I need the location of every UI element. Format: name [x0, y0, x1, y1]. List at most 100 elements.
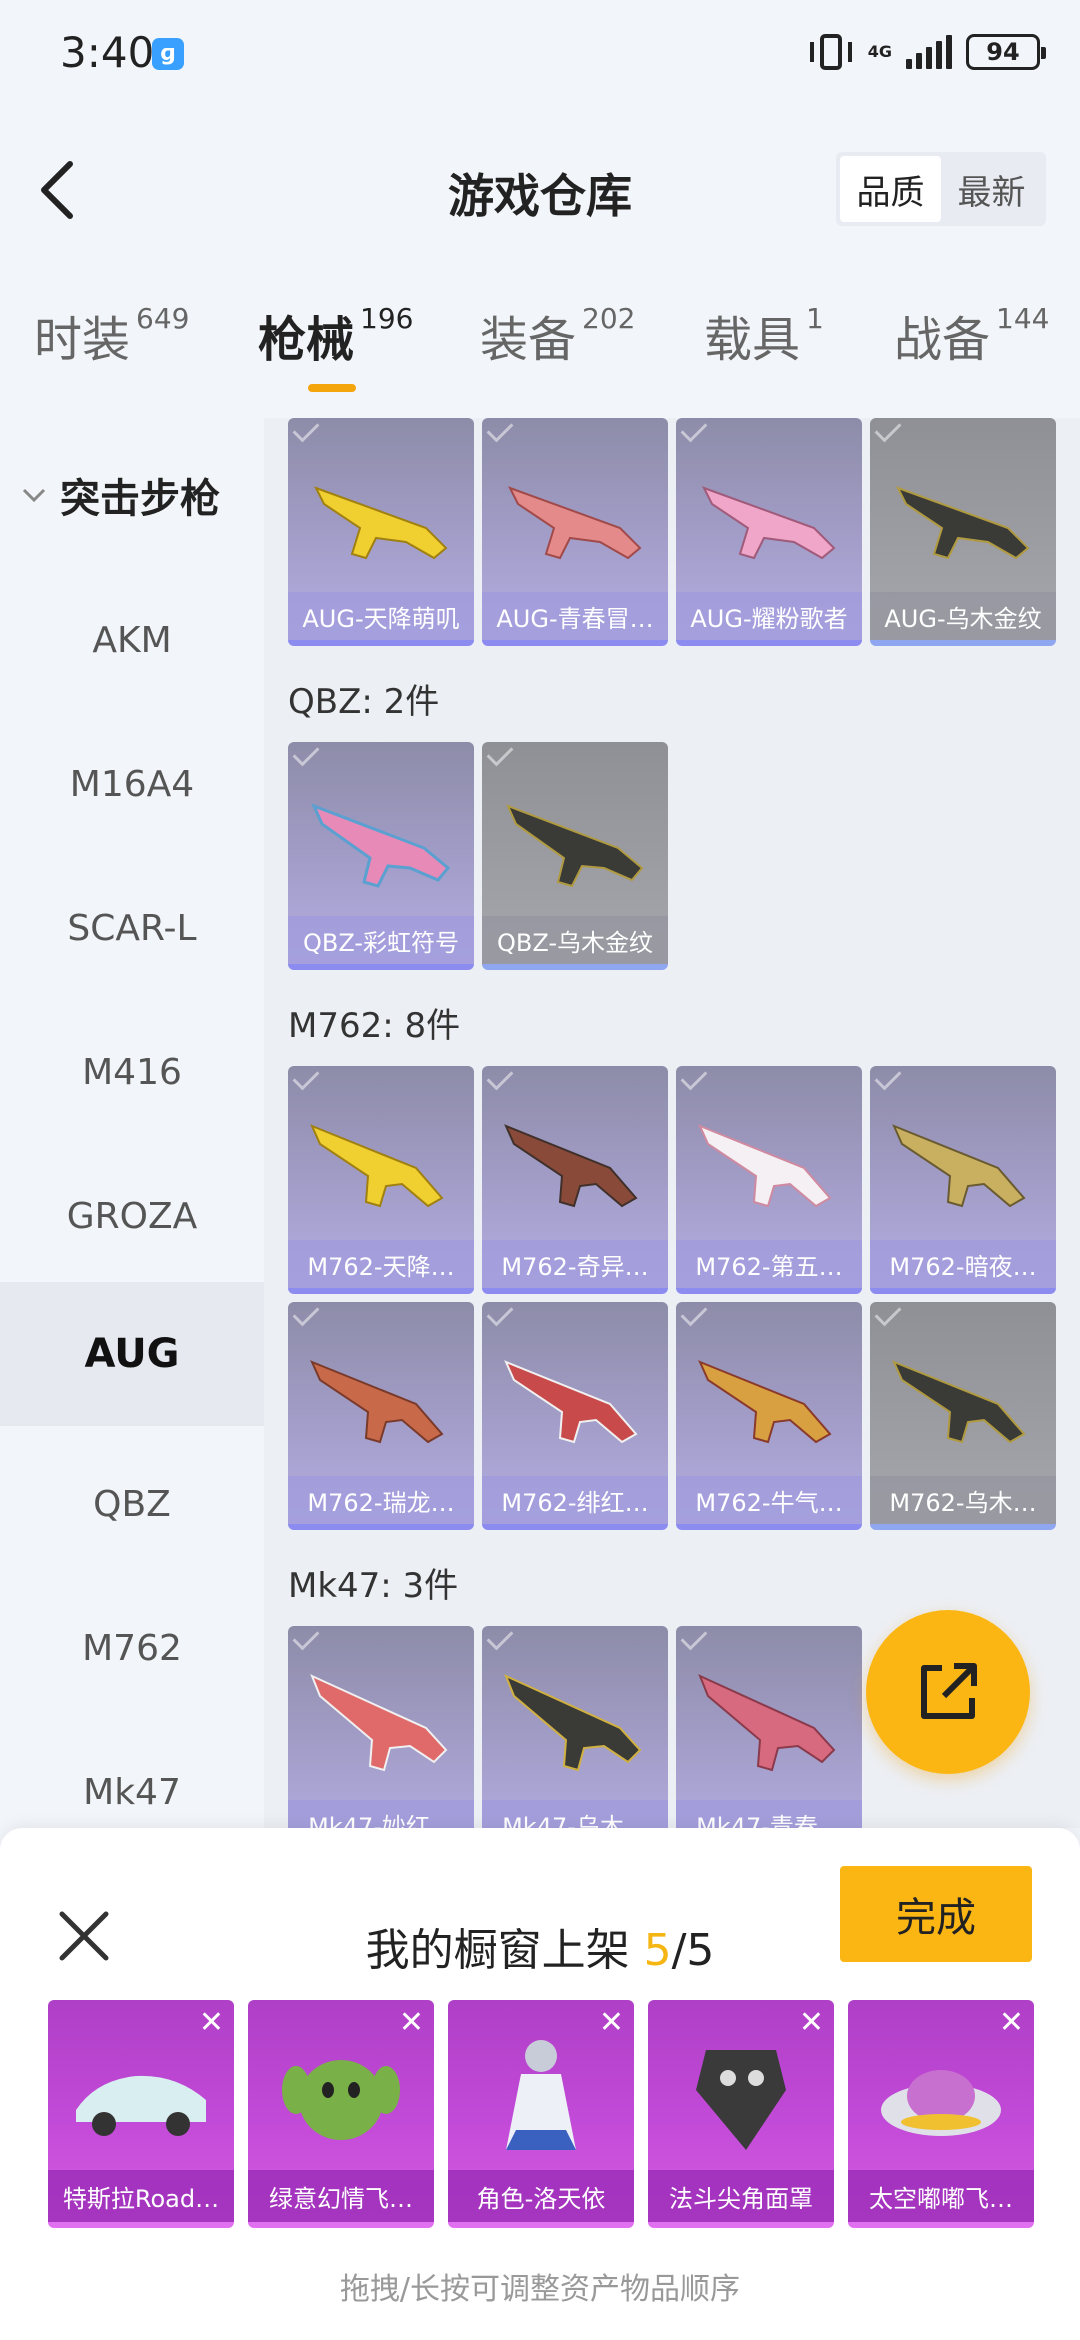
ufo-icon: [881, 2070, 1001, 2136]
skin-card[interactable]: AUG-乌木金纹: [870, 418, 1056, 646]
skin-card[interactable]: QBZ-彩虹符号: [288, 742, 474, 970]
tab-vehicles[interactable]: 载具 1: [704, 300, 824, 370]
tab-fashion[interactable]: 时装 649: [34, 300, 189, 370]
tab-equipment[interactable]: 装备 202: [480, 300, 635, 370]
skin-card[interactable]: M762-第五…: [676, 1066, 862, 1294]
showcase-slot[interactable]: ✕ 法斗尖角面罩: [648, 2000, 834, 2228]
skin-card[interactable]: M762-绯红…: [482, 1302, 668, 1530]
check-icon: [874, 1066, 902, 1091]
skin-label: Mk47-乌木…: [482, 1800, 668, 1828]
car-icon: [76, 2075, 206, 2136]
skin-card[interactable]: AUG-青春冒…: [482, 418, 668, 646]
showcase-slot[interactable]: ✕ 太空嘟嘟飞…: [848, 2000, 1034, 2228]
rifle-icon: [311, 803, 451, 888]
skin-card[interactable]: Mk47-青春…: [676, 1626, 862, 1828]
skin-card[interactable]: AUG-耀粉歌者: [676, 418, 862, 646]
vibrate-icon: [808, 32, 854, 72]
skin-label: M762-牛气…: [676, 1476, 862, 1524]
check-icon: [874, 1302, 902, 1327]
sort-newest-button[interactable]: 最新: [941, 156, 1042, 222]
battery-icon: 94: [966, 34, 1046, 70]
skin-label: M762-奇异…: [482, 1240, 668, 1288]
skin-label: Mk47-妙红…: [288, 1800, 474, 1828]
mask-icon: [696, 2050, 786, 2150]
rifle-icon: [698, 1674, 836, 1772]
check-icon: [680, 1302, 708, 1327]
skin-card[interactable]: AUG-天降萌叽: [288, 418, 474, 646]
showcase-slot[interactable]: ✕ 角色-洛天依: [448, 2000, 634, 2228]
sort-toggle[interactable]: 品质 最新: [836, 152, 1046, 226]
skin-card[interactable]: M762-牛气…: [676, 1302, 862, 1530]
category-tabs: 时装 649 枪械 196 装备 202 载具 1 战备 144: [0, 300, 1080, 400]
rifle-icon: [698, 1360, 832, 1444]
showcase-total-count: /5: [671, 1925, 715, 1976]
skin-card[interactable]: Mk47-乌木…: [482, 1626, 668, 1828]
check-icon: [680, 1626, 708, 1651]
sidebar-item-groza[interactable]: GROZA: [0, 1144, 264, 1288]
sidebar-item-mk47[interactable]: Mk47: [0, 1720, 264, 1828]
rifle-icon: [895, 486, 1030, 560]
tab-label: 枪械: [258, 312, 355, 368]
rifle-icon: [506, 804, 644, 888]
status-time: 3:40: [60, 28, 155, 77]
character-icon: [506, 2040, 576, 2150]
tab-count: 202: [582, 302, 636, 335]
rifle-icon: [310, 1674, 448, 1772]
sidebar-item-scar-l[interactable]: SCAR-L: [0, 856, 264, 1000]
showcase-slot[interactable]: ✕ 特斯拉Road…: [48, 2000, 234, 2228]
active-tab-indicator: [308, 384, 356, 392]
tab-count: 144: [996, 302, 1050, 335]
skin-card[interactable]: M762-天降…: [288, 1066, 474, 1294]
sidebar-item-qbz[interactable]: QBZ: [0, 1432, 264, 1576]
skin-label: M762-天降…: [288, 1240, 474, 1288]
showcase-title-text: 我的橱窗上架: [365, 1925, 644, 1976]
showcase-slot[interactable]: ✕ 绿意幻情飞…: [248, 2000, 434, 2228]
skin-card[interactable]: M762-暗夜…: [870, 1066, 1056, 1294]
slot-label: 特斯拉Road…: [48, 2170, 234, 2222]
sidebar-item-m416[interactable]: M416: [0, 1000, 264, 1144]
network-type: 4G: [867, 42, 892, 61]
check-icon: [292, 1626, 320, 1651]
check-icon: [680, 418, 708, 443]
check-icon: [292, 418, 320, 443]
check-icon: [486, 1626, 514, 1651]
check-icon: [486, 1066, 514, 1091]
rifle-icon: [892, 1360, 1026, 1444]
skin-card[interactable]: M762-瑞龙…: [288, 1302, 474, 1530]
sidebar-item-aug[interactable]: AUG: [0, 1282, 264, 1426]
sidebar-category[interactable]: 突击步枪: [20, 466, 220, 524]
tab-count: 649: [136, 302, 190, 335]
sidebar-item-m16a4[interactable]: M16A4: [0, 712, 264, 856]
sidebar-item-m762[interactable]: M762: [0, 1576, 264, 1720]
share-icon: [921, 1663, 977, 1719]
tab-firearms[interactable]: 枪械 196: [258, 300, 413, 370]
rifle-icon: [504, 1124, 638, 1208]
share-button[interactable]: [866, 1610, 1030, 1774]
skin-card[interactable]: M762-奇异…: [482, 1066, 668, 1294]
sort-quality-button[interactable]: 品质: [840, 156, 941, 222]
skin-label: AUG-天降萌叽: [288, 592, 474, 640]
sidebar-item-akm[interactable]: AKM: [0, 568, 264, 712]
rifle-icon: [698, 1124, 832, 1208]
tab-label: 战备: [894, 312, 991, 368]
skin-card[interactable]: Mk47-妙红…: [288, 1626, 474, 1828]
slot-label: 绿意幻情飞…: [248, 2170, 434, 2222]
check-icon: [292, 1066, 320, 1091]
app-notification-icon: ɡ: [152, 38, 184, 70]
status-bar: 3:40 ɡ 4G 94: [0, 0, 1080, 110]
skin-label: AUG-乌木金纹: [870, 592, 1056, 640]
skin-card[interactable]: QBZ-乌木金纹: [482, 742, 668, 970]
section-title-mk47: Mk47: 3件: [288, 1566, 459, 1606]
skin-label: M762-第五…: [676, 1240, 862, 1288]
skin-label: M762-暗夜…: [870, 1240, 1056, 1288]
check-icon: [486, 742, 514, 767]
showcase-current-count: 5: [643, 1925, 672, 1976]
slot-label: 太空嘟嘟飞…: [848, 2170, 1034, 2222]
rifle-icon: [310, 1360, 444, 1444]
check-icon: [874, 418, 902, 443]
check-icon: [486, 418, 514, 443]
done-button[interactable]: 完成: [840, 1866, 1032, 1962]
tab-count: 1: [806, 302, 824, 335]
skin-card[interactable]: M762-乌木…: [870, 1302, 1056, 1530]
tab-supplies[interactable]: 战备 144: [894, 300, 1049, 370]
